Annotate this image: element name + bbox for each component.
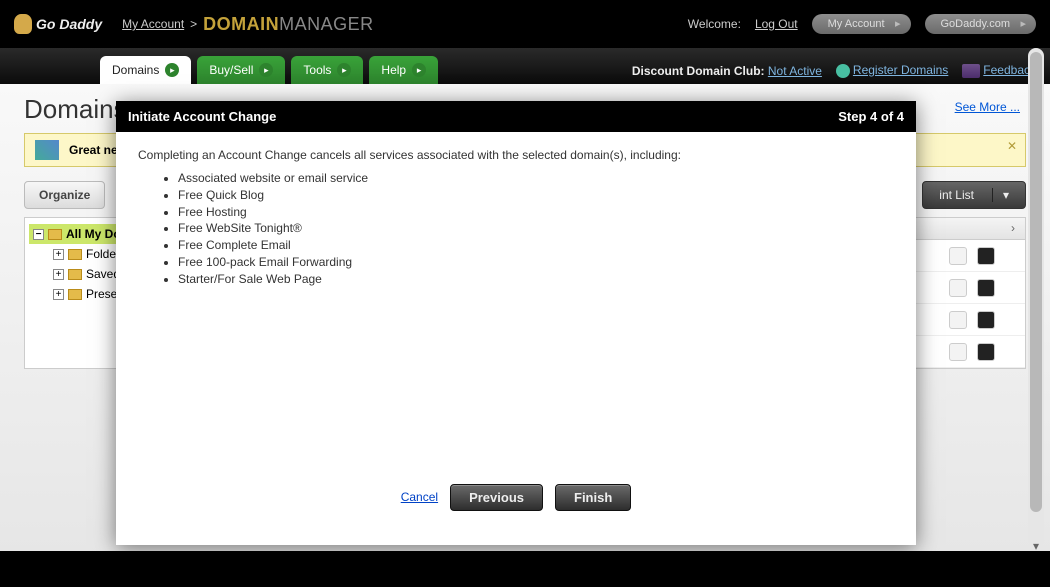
finish-button[interactable]: Finish [555, 484, 631, 511]
modal-header: Initiate Account Change Step 4 of 4 [116, 101, 916, 132]
modal-body: Completing an Account Change cancels all… [116, 132, 916, 545]
previous-button[interactable]: Previous [450, 484, 543, 511]
modal-footer: Cancel Previous Finish [138, 468, 894, 531]
modal-message: Completing an Account Change cancels all… [138, 148, 894, 162]
list-item: Associated website or email service [178, 170, 894, 187]
list-item: Free WebSite Tonight® [178, 220, 894, 237]
cancel-link[interactable]: Cancel [401, 490, 438, 504]
account-change-modal: Initiate Account Change Step 4 of 4 Comp… [116, 101, 916, 545]
modal-step: Step 4 of 4 [838, 109, 904, 124]
modal-bullet-list: Associated website or email service Free… [178, 170, 894, 288]
vertical-scrollbar[interactable]: ▾ [1028, 48, 1044, 547]
list-item: Free Quick Blog [178, 187, 894, 204]
modal-title: Initiate Account Change [128, 109, 276, 124]
scrollbar-thumb[interactable] [1030, 52, 1042, 512]
list-item: Free 100-pack Email Forwarding [178, 254, 894, 271]
footer-bar [0, 551, 1050, 587]
list-item: Free Hosting [178, 204, 894, 221]
list-item: Starter/For Sale Web Page [178, 271, 894, 288]
list-item: Free Complete Email [178, 237, 894, 254]
